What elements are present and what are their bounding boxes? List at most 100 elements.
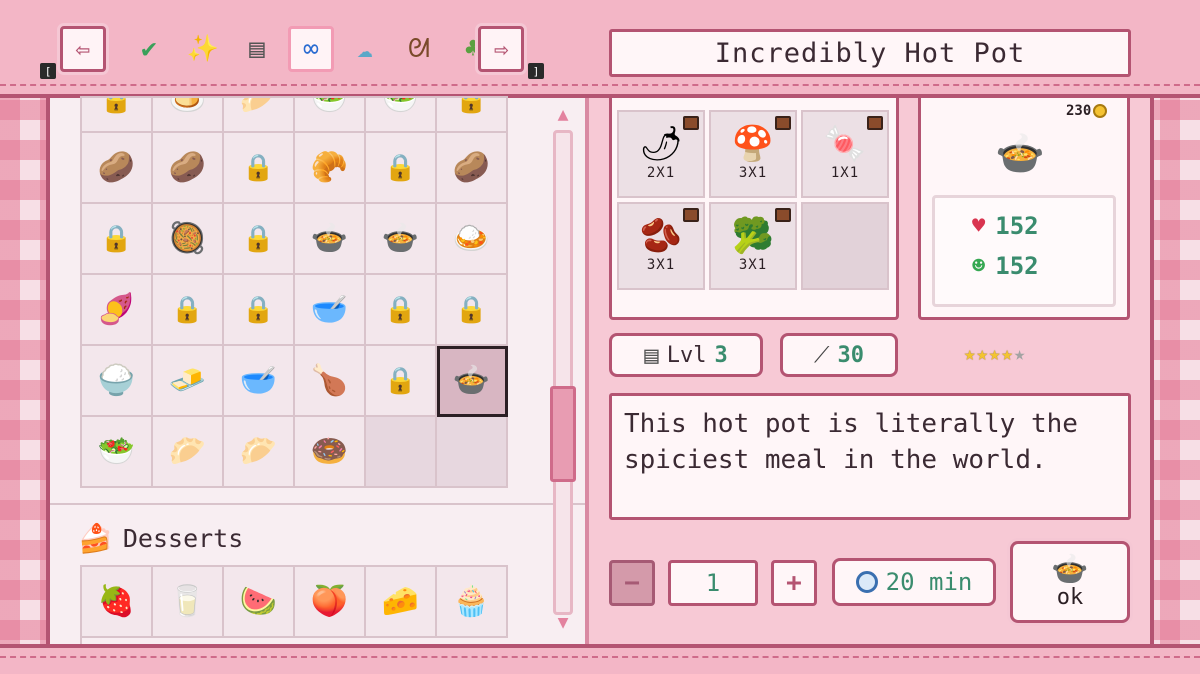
cook-ok-button[interactable]: 🍲 ok <box>1010 541 1130 623</box>
dessert-slot[interactable]: 🧁 <box>437 567 508 638</box>
ingredient-slot[interactable]: 🍄 3X1 <box>709 110 797 198</box>
dessert-icon: 🍉 <box>239 584 278 619</box>
pretzel-icon[interactable]: ᘛ <box>396 26 442 72</box>
chest-icon <box>775 116 791 130</box>
quantity-field[interactable]: 1 <box>668 560 758 606</box>
desserts-section-header: 🍰 Desserts <box>78 520 243 556</box>
hot-pot-icon: 🍲 <box>995 131 1045 177</box>
recipe-slot[interactable]: 🍮 <box>153 98 224 133</box>
locked-recipe-slot[interactable]: 🔒 <box>437 275 508 346</box>
recipe-slot[interactable]: 🍠 <box>82 275 153 346</box>
scrollbar-track[interactable] <box>553 130 573 615</box>
scroll-down-arrow[interactable]: ▼ <box>550 614 576 632</box>
lock-icon: 🔒 <box>384 294 417 325</box>
dessert-slot[interactable]: 🥛 <box>153 567 224 638</box>
dessert-icon: 🍓 <box>97 584 136 619</box>
stove-icon[interactable]: ▤ <box>234 26 280 72</box>
scrollbar-thumb[interactable] <box>550 386 576 482</box>
desserts-label: Desserts <box>122 523 244 553</box>
star-rating: ★★★★★ <box>964 343 1026 365</box>
recipe-slot[interactable]: 🧈 <box>153 346 224 417</box>
ingredient-slot[interactable]: 🫘 3X1 <box>617 202 705 290</box>
dessert-icon: 🥛 <box>168 584 207 619</box>
recipe-slot[interactable]: 🍲 <box>437 346 508 417</box>
ingredient-slot[interactable]: 🍬 1X1 <box>801 110 889 198</box>
cook-time: 20 min <box>832 558 996 606</box>
recipe-slot[interactable]: 🥟 <box>153 417 224 488</box>
locked-recipe-slot[interactable]: 🔒 <box>82 204 153 275</box>
dish-icon: 🥔 <box>97 150 136 185</box>
recipe-slot[interactable]: 🥔 <box>153 133 224 204</box>
dish-icon: 🥣 <box>310 292 349 327</box>
lock-icon: 🔒 <box>242 152 275 183</box>
ingredient-slot[interactable]: 🌶 2X1 <box>617 110 705 198</box>
prev-category-button[interactable]: ⇦ <box>60 26 106 72</box>
recipe-slot[interactable]: 🥣 <box>295 275 366 346</box>
lock-icon: 🔒 <box>384 152 417 183</box>
empty-slot <box>366 417 437 488</box>
dish-icon: 🥟 <box>168 434 207 469</box>
stove-icon: ▤ <box>644 341 659 369</box>
dish-icon: 🍮 <box>168 98 207 117</box>
recipe-slot[interactable]: 🍚 <box>82 346 153 417</box>
recipe-slot[interactable]: 🥗 <box>82 417 153 488</box>
ingredient-icon: 🍄 <box>731 124 775 164</box>
recipe-description: This hot pot is literally the spiciest m… <box>609 393 1131 520</box>
dessert-slot[interactable]: 🧀 <box>366 567 437 638</box>
dessert-slot[interactable]: 🍓 <box>82 567 153 638</box>
pot-icon: 🍲 <box>1051 551 1089 587</box>
recipe-slot[interactable]: 🥟 <box>224 98 295 133</box>
locked-recipe-slot[interactable]: 🔒 <box>153 275 224 346</box>
lock-icon: 🔒 <box>100 98 133 115</box>
star-filled-icon: ★ <box>1001 343 1014 365</box>
recipe-title: Incredibly Hot Pot <box>609 29 1131 77</box>
dessert-slot[interactable]: 🍑 <box>295 567 366 638</box>
increase-quantity-button[interactable]: + <box>771 560 817 606</box>
recipe-slot[interactable]: 🍲 <box>366 204 437 275</box>
dish-icon: 🥗 <box>310 98 349 117</box>
coin-icon <box>1093 104 1108 118</box>
recipe-slot[interactable]: 🍲 <box>295 204 366 275</box>
recipe-slot[interactable]: 🍛 <box>437 204 508 275</box>
recipe-slot[interactable]: 🍗 <box>295 346 366 417</box>
dish-icon: 🍲 <box>310 221 349 256</box>
infinity-icon[interactable]: ∞ <box>288 26 334 72</box>
locked-recipe-slot[interactable]: 🔒 <box>366 346 437 417</box>
recipe-slot[interactable]: 🥗 <box>366 98 437 133</box>
recipe-slot[interactable]: 🥗 <box>295 98 366 133</box>
locked-recipe-slot[interactable]: 🔒 <box>82 98 153 133</box>
level-pill: ▤ Lvl 3 <box>609 333 763 377</box>
recipe-slot[interactable]: 🥣 <box>224 346 295 417</box>
recipe-slot[interactable]: 🥔 <box>437 133 508 204</box>
energy-icon: ☻ <box>972 253 986 279</box>
decrease-quantity-button[interactable]: − <box>609 560 655 606</box>
chest-icon <box>775 208 791 222</box>
locked-recipe-slot[interactable]: 🔒 <box>224 204 295 275</box>
sparkle-icon[interactable]: ✨ <box>180 26 226 72</box>
locked-recipe-slot[interactable]: 🔒 <box>224 275 295 346</box>
panel-divider <box>585 98 589 644</box>
recipe-slot[interactable]: 🥐 <box>295 133 366 204</box>
dish-icon: 🍲 <box>452 363 491 398</box>
check-icon[interactable]: ✔ <box>126 26 172 72</box>
ingredient-quantity: 1X1 <box>830 165 860 181</box>
locked-recipe-slot[interactable]: 🔒 <box>224 133 295 204</box>
recipe-slot[interactable]: 🥟 <box>224 417 295 488</box>
dessert-icon: 🍑 <box>310 584 349 619</box>
chest-icon <box>683 116 699 130</box>
recipe-slot[interactable]: 🥔 <box>82 133 153 204</box>
recipe-slot[interactable]: 🍩 <box>295 417 366 488</box>
xp-value: 30 <box>837 342 864 368</box>
recipe-slot[interactable]: 🥘 <box>153 204 224 275</box>
dumpling-icon[interactable]: ☁ <box>342 26 388 72</box>
next-category-button[interactable]: ⇨ <box>478 26 524 72</box>
dessert-slot[interactable]: 🍉 <box>224 567 295 638</box>
lock-icon: 🔒 <box>171 294 204 325</box>
locked-recipe-slot[interactable]: 🔒 <box>366 133 437 204</box>
locked-recipe-slot[interactable]: 🔒 <box>437 98 508 133</box>
scroll-up-arrow[interactable]: ▲ <box>550 106 576 124</box>
level-label: Lvl <box>666 342 707 368</box>
dish-icon: 🥐 <box>310 150 349 185</box>
ingredient-slot[interactable]: 🥦 3X1 <box>709 202 797 290</box>
locked-recipe-slot[interactable]: 🔒 <box>366 275 437 346</box>
